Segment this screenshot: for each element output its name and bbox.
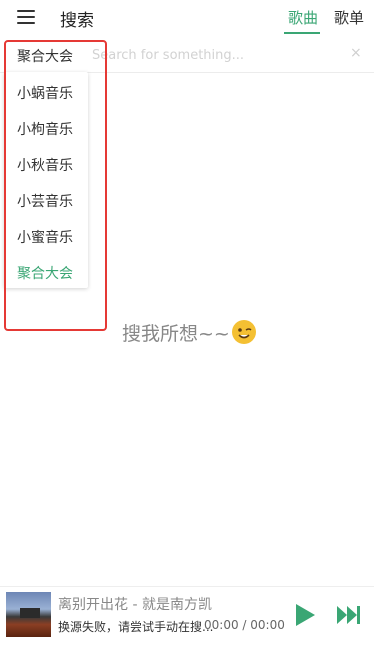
active-tab-indicator — [284, 32, 320, 34]
highlight-annotation-box — [4, 40, 107, 331]
player-bar: 离别开出花 - 就是南方凯 换源失败，请尝试手动在搜... 00:00 / 00… — [0, 586, 374, 652]
search-input[interactable] — [90, 42, 344, 68]
empty-state-text: 搜我所想~~ — [122, 323, 230, 345]
play-icon[interactable] — [296, 604, 315, 626]
song-title: 离别开出花 - 就是南方凯 — [58, 597, 212, 613]
status-message: 换源失败，请尝试手动在搜... — [58, 620, 214, 634]
time-display: 00:00 / 00:00 — [204, 618, 285, 632]
next-track-icon[interactable] — [337, 606, 361, 624]
tab-playlists[interactable]: 歌单 — [334, 7, 364, 28]
tab-songs[interactable]: 歌曲 — [288, 7, 318, 28]
app-header: 搜索 歌曲 歌单 — [0, 0, 374, 36]
menu-icon[interactable] — [17, 10, 35, 24]
clear-icon[interactable]: × — [350, 45, 362, 61]
wink-face-icon — [232, 320, 256, 344]
album-cover[interactable] — [6, 592, 51, 637]
page-title: 搜索 — [60, 11, 94, 31]
